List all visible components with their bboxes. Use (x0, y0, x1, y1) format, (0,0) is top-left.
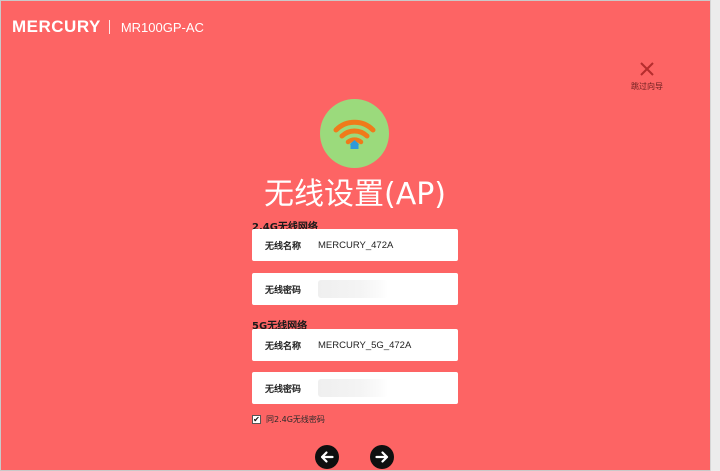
ssid-label-5g: 无线名称 (265, 341, 302, 352)
back-button[interactable] (315, 445, 339, 469)
ssid-input-5g[interactable]: MERCURY_5G_472A (318, 340, 411, 351)
password-field-2g[interactable]: 无线密码 (252, 273, 458, 305)
ssid-input-2g[interactable]: MERCURY_472A (318, 240, 393, 251)
password-label-5g: 无线密码 (265, 384, 302, 395)
ssid-field-2g[interactable]: 无线名称 MERCURY_472A (252, 229, 458, 261)
password-input-2g[interactable] (318, 280, 388, 298)
brand-logo: MERCURY (12, 17, 101, 36)
header: MERCURY MR100GP-AC (12, 14, 204, 40)
model-name: MR100GP-AC (120, 19, 204, 35)
same-password-option[interactable]: ✔ 同2.4G无线密码 (252, 414, 325, 425)
header-divider (108, 20, 110, 34)
wireless-settings-badge (320, 99, 389, 168)
password-input-5g[interactable] (318, 379, 388, 397)
password-label-2g: 无线密码 (265, 285, 302, 296)
skip-wizard-label[interactable]: 跳过向导 (622, 81, 672, 92)
password-field-5g[interactable]: 无线密码 (252, 372, 458, 404)
ssid-label-2g: 无线名称 (265, 241, 302, 252)
page-title: 无线设置(AP) (263, 177, 447, 212)
same-password-checkbox[interactable]: ✔ (252, 415, 261, 424)
same-password-label[interactable]: 同2.4G无线密码 (266, 414, 325, 425)
close-icon[interactable] (638, 60, 656, 78)
vertical-scrollbar[interactable] (710, 0, 720, 471)
arrow-left-icon[interactable] (315, 445, 339, 469)
next-button[interactable] (370, 445, 394, 469)
skip-wizard-button[interactable]: 跳过向导 (622, 60, 672, 92)
wifi-home-icon (333, 119, 376, 149)
arrow-right-icon[interactable] (370, 445, 394, 469)
ssid-field-5g[interactable]: 无线名称 MERCURY_5G_472A (252, 329, 458, 361)
